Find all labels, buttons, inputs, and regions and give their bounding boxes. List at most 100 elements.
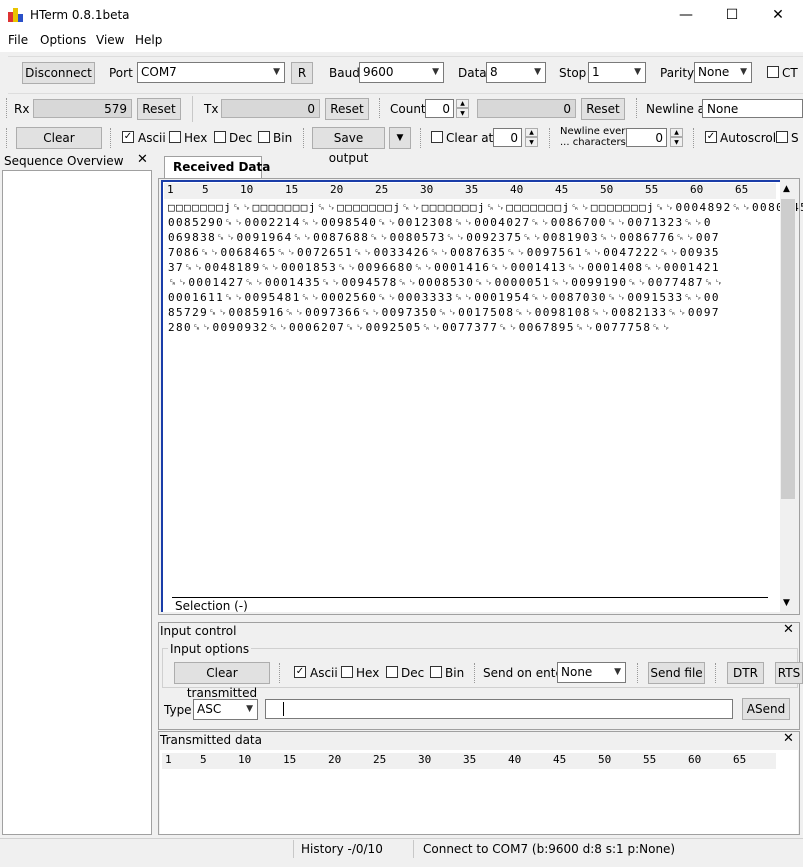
menu-options[interactable]: Options <box>40 33 86 47</box>
refresh-ports-button[interactable]: R <box>291 62 313 84</box>
asend-button[interactable]: ASend <box>742 698 790 720</box>
ruler-tick: 25 <box>373 753 387 766</box>
data-bits-select[interactable]: 8 ▼ <box>486 62 546 83</box>
send-on-enter-select[interactable]: None ▼ <box>557 662 626 683</box>
count-reset-button[interactable]: Reset <box>581 98 625 120</box>
toolbar-grip[interactable] <box>6 98 10 118</box>
newline-every-spin-down[interactable]: ▼ <box>670 137 683 147</box>
toolbar-grip[interactable] <box>6 128 10 148</box>
ruler-tick: 30 <box>418 753 432 766</box>
dec-checkbox[interactable] <box>214 131 226 143</box>
input-dec-checkbox[interactable] <box>386 666 398 678</box>
rts-button[interactable]: RTS <box>775 662 803 684</box>
received-line: □□□□□□□j␍␊□□□□□□□j␍␊□□□□□□□j␍␊□□□□□□□j␍␊… <box>168 201 803 214</box>
autoscroll-checkbox[interactable]: ✓ <box>705 131 717 143</box>
baud-select[interactable]: 9600 ▼ <box>359 62 444 83</box>
chevron-down-icon: ▼ <box>273 67 280 77</box>
input-ascii-checkbox[interactable]: ✓ <box>294 666 306 678</box>
stop-bits-select[interactable]: 1 ▼ <box>588 62 646 83</box>
toolbar-grip[interactable] <box>110 128 114 148</box>
count-spin-down[interactable]: ▼ <box>456 108 469 118</box>
input-bin-checkbox[interactable] <box>430 666 442 678</box>
cts-checkbox[interactable] <box>767 66 779 78</box>
menu-view[interactable]: View <box>96 33 124 47</box>
window-title: HTerm 0.8.1beta <box>30 8 130 22</box>
ascii-checkbox[interactable]: ✓ <box>122 131 134 143</box>
input-ascii-label: Ascii <box>310 666 338 680</box>
app-icon <box>8 8 23 22</box>
sequence-overview-panel <box>2 170 152 835</box>
dtr-button[interactable]: DTR <box>727 662 764 684</box>
maximize-button[interactable]: ☐ <box>709 0 755 30</box>
ruler-tick: 60 <box>690 183 704 196</box>
clear-at-input[interactable]: 0 <box>493 128 522 147</box>
send-on-enter-value: None <box>561 665 593 679</box>
send-input[interactable] <box>265 699 733 719</box>
minimize-button[interactable]: — <box>663 0 709 30</box>
ruler-tick: 60 <box>688 753 702 766</box>
newline-at-select[interactable]: None <box>702 99 803 118</box>
bin-checkbox[interactable] <box>258 131 270 143</box>
ruler-tick: 35 <box>465 183 479 196</box>
port-select[interactable]: COM7 ▼ <box>137 62 285 83</box>
stop-bits-label: Stop <box>559 66 587 80</box>
send-file-button[interactable]: Send file <box>648 662 705 684</box>
close-icon[interactable]: ✕ <box>137 152 148 167</box>
port-label: Port <box>109 66 133 80</box>
count-label: Count <box>390 102 426 116</box>
close-icon[interactable]: ✕ <box>783 622 794 637</box>
transmitted-title: Transmitted data <box>160 733 262 747</box>
separator <box>192 96 193 122</box>
save-output-dropdown[interactable]: ▼ <box>389 127 411 149</box>
menu-file[interactable]: File <box>8 33 28 47</box>
toolbar-grip[interactable] <box>637 663 641 683</box>
received-scrollbar[interactable]: ▲ ▼ <box>780 182 796 612</box>
toolbar-grip[interactable] <box>279 663 283 683</box>
input-hex-checkbox[interactable] <box>341 666 353 678</box>
cts-label: CT <box>782 66 798 80</box>
tx-reset-button[interactable]: Reset <box>325 98 369 120</box>
clear-at-spin-up[interactable]: ▲ <box>525 128 538 137</box>
tab-received-data[interactable]: Received Data <box>164 156 270 178</box>
toolbar-grip[interactable] <box>693 128 697 148</box>
close-window-button[interactable]: ✕ <box>755 0 801 30</box>
close-icon[interactable]: ✕ <box>783 731 794 746</box>
count-input[interactable]: 0 <box>425 99 454 118</box>
toolbar-grip[interactable] <box>303 128 307 148</box>
sequence-overview-header: Sequence Overview ✕ <box>2 152 152 170</box>
count-spin-up[interactable]: ▲ <box>456 99 469 108</box>
toolbar-grip[interactable] <box>715 663 719 683</box>
disconnect-button[interactable]: Disconnect <box>22 62 95 84</box>
toolbar-grip[interactable] <box>636 98 640 118</box>
clear-transmitted-button[interactable]: Clear transmitted <box>174 662 270 700</box>
toolbar-grip[interactable] <box>420 128 424 148</box>
type-select[interactable]: ASC ▼ <box>193 699 258 720</box>
save-output-button[interactable]: Save output <box>312 127 385 165</box>
scroll-up-icon[interactable]: ▲ <box>783 184 790 194</box>
ruler-tick: 1 <box>167 183 174 196</box>
ruler-tick: 45 <box>553 753 567 766</box>
toolbar-grip[interactable] <box>549 128 553 148</box>
rx-reset-button[interactable]: Reset <box>137 98 181 120</box>
received-line: 280␍␊0090932␍␊0006207␍␊0092505␍␊0077377␍… <box>168 321 672 334</box>
clear-received-button[interactable]: Clear received <box>16 127 102 165</box>
show-label: S <box>791 131 799 145</box>
scrollbar-thumb[interactable] <box>781 199 795 499</box>
parity-select[interactable]: None ▼ <box>694 62 752 83</box>
baud-value: 9600 <box>363 65 394 79</box>
show-checkbox[interactable] <box>776 131 788 143</box>
toolbar-grip[interactable] <box>474 663 478 683</box>
hex-checkbox[interactable] <box>169 131 181 143</box>
newline-every-spin-up[interactable]: ▲ <box>670 128 683 137</box>
scroll-down-icon[interactable]: ▼ <box>783 598 790 608</box>
tx-counter: 0 <box>221 99 320 118</box>
data-bits-value: 8 <box>490 65 498 79</box>
toolbar-grip[interactable] <box>379 98 383 118</box>
clear-at-checkbox[interactable] <box>431 131 443 143</box>
clear-at-spin-down[interactable]: ▼ <box>525 137 538 147</box>
ruler-tick: 15 <box>283 753 297 766</box>
menu-help[interactable]: Help <box>135 33 162 47</box>
newline-every-input[interactable]: 0 <box>626 128 667 147</box>
separator <box>293 840 294 858</box>
status-bar <box>0 838 803 861</box>
